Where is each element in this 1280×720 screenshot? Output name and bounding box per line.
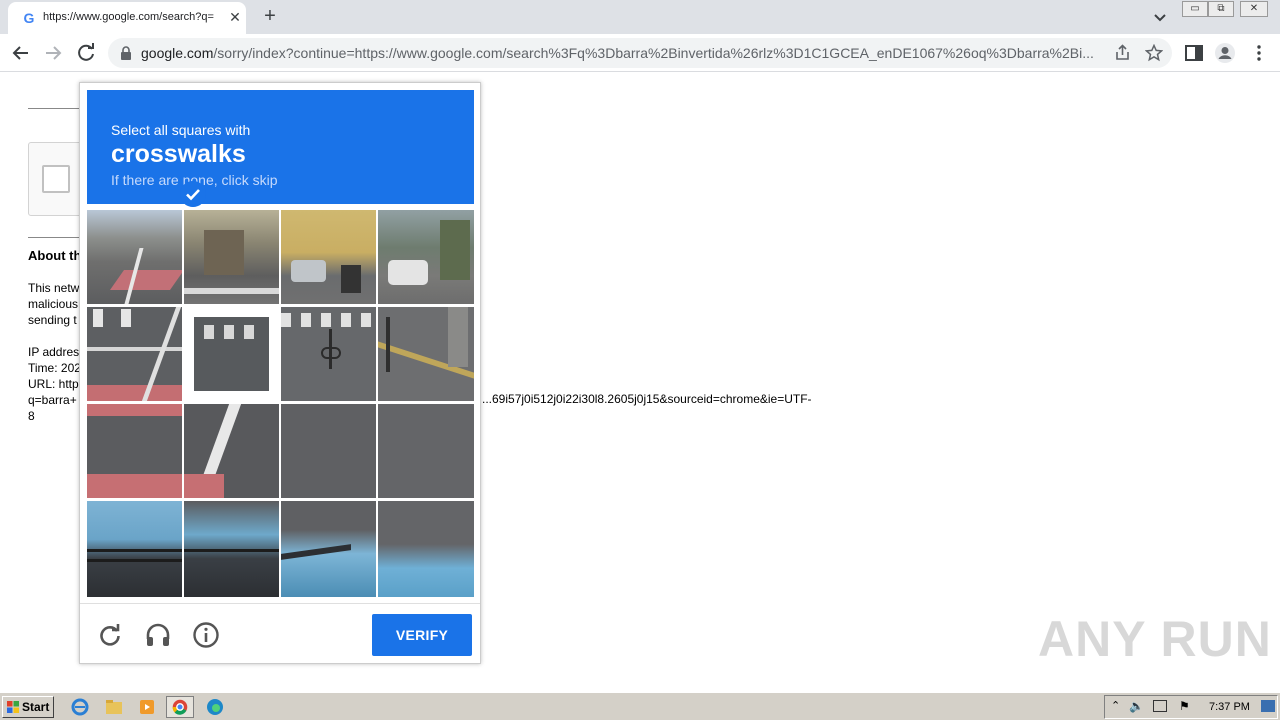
reload-icon[interactable] [73,40,99,66]
windows-logo-icon [7,701,19,713]
footer-divider [80,603,480,604]
grid-tile[interactable] [87,307,182,401]
internet-explorer-icon[interactable] [66,696,94,718]
start-label: Start [22,700,50,714]
refresh-challenge-icon[interactable] [96,621,124,649]
grid-tile[interactable] [378,307,474,401]
windows-taskbar: Start ⌃ 🔈 ⚑ 7:37 PM [0,692,1280,720]
minimize-button[interactable]: ▭ [1182,1,1208,17]
grid-tile[interactable] [281,404,376,498]
grid-tile[interactable] [87,404,182,498]
back-icon[interactable] [8,40,34,66]
grid-tile[interactable] [87,501,182,597]
grid-tile[interactable] [378,501,474,597]
url-tail-text: ...69i57j0i512j0i22i30l8.2605j0j15&sourc… [482,392,812,406]
tray-expand-icon[interactable]: ⌃ [1111,699,1120,712]
verify-button[interactable]: VERIFY [372,614,472,656]
recaptcha-checkbox[interactable] [42,165,70,193]
bookmark-star-icon[interactable] [1145,44,1163,62]
info-icon[interactable] [192,621,220,649]
media-player-icon[interactable] [133,696,161,718]
profile-icon[interactable] [1214,42,1236,64]
system-tray: ⌃ 🔈 ⚑ 7:37 PM [1104,695,1278,719]
start-button[interactable]: Start [2,696,54,718]
forward-icon[interactable] [40,40,66,66]
file-explorer-icon[interactable] [100,696,128,718]
menu-icon[interactable] [1248,42,1270,64]
address-bar[interactable]: google.com/sorry/index?continue=https://… [108,38,1172,68]
captcha-challenge: Select all squares with crosswalks If th… [79,82,481,664]
challenge-target: crosswalks [111,140,246,168]
lock-icon[interactable] [120,46,132,60]
new-tab-button[interactable]: + [258,5,282,29]
share-icon[interactable] [1114,44,1132,62]
checkmark-icon [180,181,206,207]
side-panel-icon[interactable] [1183,42,1205,64]
grid-tile[interactable] [184,404,279,498]
tab-title: https://www.google.com/search?q= [43,11,214,23]
volume-icon[interactable]: 🔈 [1129,699,1144,713]
grid-tile[interactable] [281,501,376,597]
chrome-taskbar-icon[interactable] [166,696,194,718]
close-window-button[interactable]: ✕ [1240,1,1268,17]
challenge-header: Select all squares with crosswalks If th… [87,90,474,204]
flag-icon[interactable]: ⚑ [1179,699,1190,713]
grid-tile[interactable] [281,307,376,401]
audio-challenge-icon[interactable] [144,621,172,649]
grid-tile[interactable] [184,210,279,304]
edge-icon[interactable] [201,696,229,718]
grid-tile[interactable] [378,404,474,498]
tab-search-icon[interactable] [1150,7,1170,27]
url-domain: google.com [141,45,214,61]
restore-button[interactable]: ⧉ [1208,1,1234,17]
clock[interactable]: 7:37 PM [1209,701,1250,713]
network-icon[interactable] [1153,700,1167,712]
selected-tile-image [194,317,269,391]
show-desktop-icon[interactable] [1261,700,1275,712]
grid-tile[interactable] [184,501,279,597]
url-path: /sorry/index?continue=https://www.google… [213,45,1094,61]
tab-strip: G https://www.google.com/search?q= ✕ + ▭… [0,0,1280,34]
anyrun-watermark: ANY RUN [1038,611,1272,667]
url-text[interactable]: google.com/sorry/index?continue=https://… [141,45,1103,61]
challenge-instruction: Select all squares with [111,122,251,138]
grid-tile[interactable] [87,210,182,304]
grid-tile-selected[interactable] [184,307,279,401]
tab-close-icon[interactable]: ✕ [226,8,244,26]
browser-toolbar: google.com/sorry/index?continue=https://… [0,34,1280,72]
about-heading: About th [28,248,82,263]
image-grid [87,210,474,597]
browser-tab[interactable]: G https://www.google.com/search?q= ✕ [8,2,246,34]
grid-tile[interactable] [281,210,376,304]
google-favicon-icon: G [23,10,35,26]
grid-tile[interactable] [378,210,474,304]
